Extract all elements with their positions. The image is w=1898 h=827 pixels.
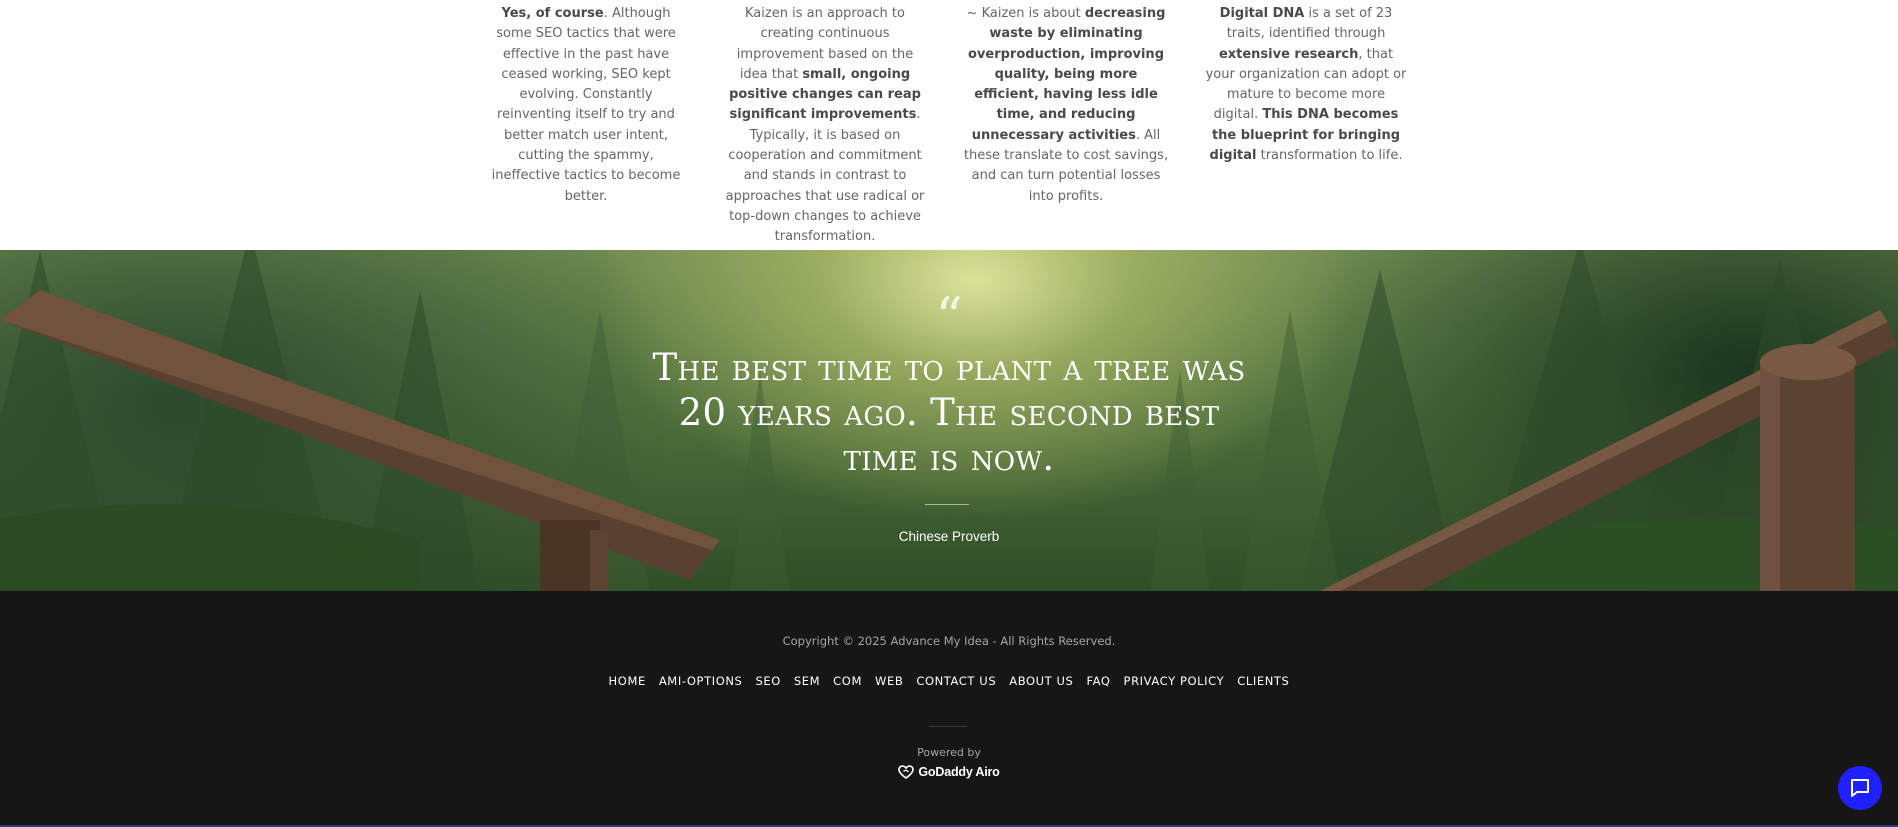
column-text: . Although some SEO tactics that were ef… [491, 6, 681, 204]
copyright-text: Copyright © 2025 Advance My Idea - All R… [782, 634, 1116, 648]
quote-mark-icon: “ [935, 286, 963, 349]
chat-button[interactable] [1838, 766, 1882, 810]
footer-nav-home[interactable]: HOME [609, 674, 646, 688]
brand-name: GoDaddy Airo [918, 765, 1000, 779]
footer-nav-seo[interactable]: SEO [755, 674, 780, 688]
column-text: . Typically, it is based on cooperation … [725, 107, 925, 245]
footer-nav-about-us[interactable]: ABOUT US [1009, 674, 1073, 688]
quote-section: “ The best time to plant a tree was 20 y… [0, 250, 1898, 591]
footer-nav-clients[interactable]: CLIENTS [1237, 674, 1289, 688]
column-text: ~ Kaizen is about [966, 6, 1085, 21]
godaddy-airo-link[interactable]: GoDaddy Airo [0, 765, 1898, 779]
godaddy-heart-icon [898, 765, 915, 779]
footer-nav-ami-options[interactable]: AMI-OPTIONS [659, 674, 743, 688]
column-seo: Yes, of course. Although some SEO tactic… [483, 4, 689, 207]
quote-text: The best time to plant a tree was 20 yea… [652, 346, 1246, 479]
footer-nav-com[interactable]: COM [833, 674, 862, 688]
site-footer: Copyright © 2025 Advance My Idea - All R… [0, 591, 1898, 827]
column-text-bold: extensive research [1218, 46, 1359, 62]
column-kaizen-waste: ~ Kaizen is about decreasing waste by el… [963, 4, 1169, 207]
footer-nav-web[interactable]: WEB [875, 674, 903, 688]
column-text-bold: decreasing waste by eliminating overprod… [967, 6, 1166, 143]
footer-nav-faq[interactable]: FAQ [1086, 674, 1110, 688]
column-text: transformation to life. [1256, 148, 1403, 164]
column-text-bold: Digital DNA [1219, 6, 1305, 21]
column-text-bold: Yes, of course [501, 6, 604, 21]
column-kaizen-approach: Kaizen is an approach to creating contin… [722, 4, 928, 248]
footer-nav-privacy-policy[interactable]: PRIVACY POLICY [1124, 674, 1225, 688]
footer-nav-contact-us[interactable]: CONTACT US [916, 674, 996, 688]
column-digital-dna: Digital DNA is a set of 23 traits, ident… [1203, 4, 1409, 166]
quote-author: Chinese Proverb [898, 529, 1000, 544]
footer-nav: HOME AMI-OPTIONS SEO SEM COM WEB CONTACT… [0, 674, 1898, 688]
powered-by-label: Powered by [917, 746, 981, 759]
quote-divider [925, 504, 969, 505]
chat-bubble-icon [1848, 776, 1872, 800]
feature-columns: Yes, of course. Although some SEO tactic… [0, 0, 1898, 250]
footer-divider [929, 726, 967, 727]
footer-nav-sem[interactable]: SEM [794, 674, 820, 688]
